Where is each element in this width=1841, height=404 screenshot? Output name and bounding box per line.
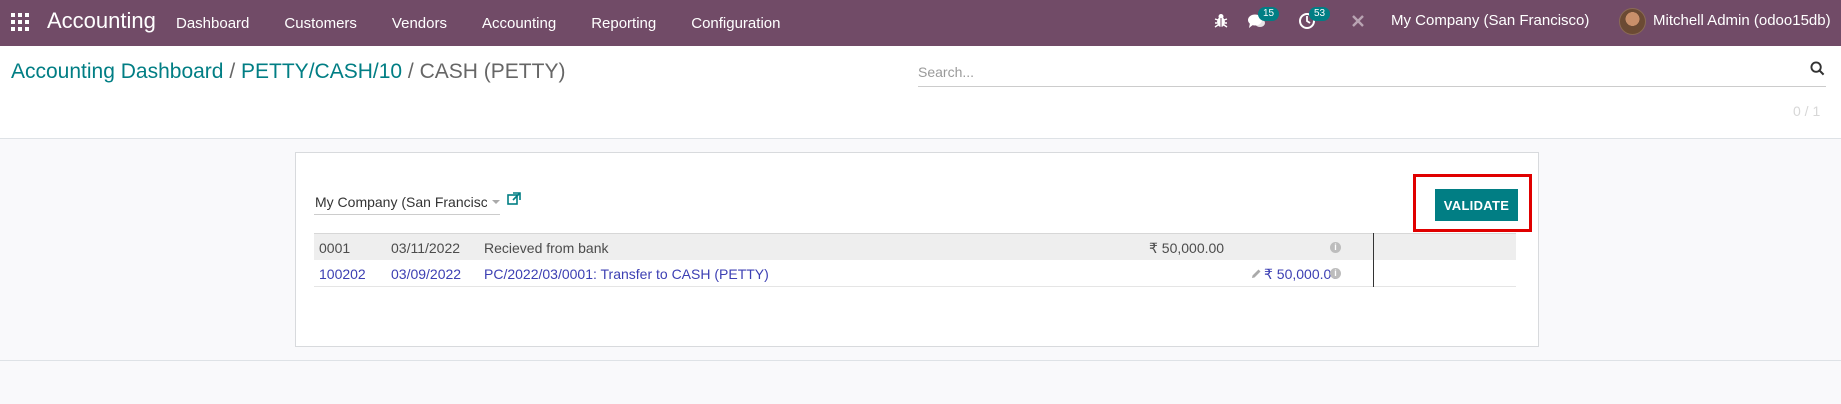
menu-item-vendors[interactable]: Vendors [392,15,447,32]
proposed-date[interactable]: 03/09/2022 [391,266,461,282]
chevron-down-icon [492,200,500,204]
menu-item-configuration[interactable]: Configuration [691,15,780,32]
breadcrumb: Accounting Dashboard / PETTY/CASH/10 / C… [11,60,565,84]
proposed-line-row[interactable]: 100202 03/09/2022 PC/2022/03/0001: Trans… [314,260,1516,287]
activities-count-badge: 53 [1309,7,1331,21]
user-menu[interactable]: Mitchell Admin (odoo15db) [1653,12,1831,29]
pencil-icon[interactable] [1250,267,1262,279]
breadcrumb-separator: / [229,60,236,83]
statement-line-row[interactable]: 0001 03/11/2022 Recieved from bank ₹ 50,… [314,233,1516,260]
info-icon[interactable]: i [1330,268,1341,279]
statement-ref: 0001 [319,240,351,256]
company-select[interactable]: My Company (San Francisc [314,192,500,215]
breadcrumb-current: CASH (PETTY) [419,60,566,83]
bug-icon[interactable] [1212,12,1232,32]
breadcrumb-petty-cash[interactable]: PETTY/CASH/10 [241,60,402,83]
apps-grid-icon[interactable] [11,13,29,31]
reconciliation-widget: My Company (San Francisc VALIDATE 0001 0… [295,152,1539,347]
statement-amount: ₹ 50,000.00 [1149,240,1225,256]
top-navbar: Accounting Dashboard Customers Vendors A… [0,0,1841,46]
company-select-value: My Company (San Francisc [315,194,487,210]
proposed-account[interactable]: 100202 [319,266,366,282]
chat-icon[interactable]: 15 [1247,7,1280,32]
menu-item-accounting[interactable]: Accounting [482,15,556,32]
user-avatar[interactable] [1619,8,1646,35]
search-bar [918,58,1826,87]
pager[interactable]: 0 / 1 [1793,103,1820,119]
messages-count-badge: 15 [1258,7,1280,21]
menu-item-reporting[interactable]: Reporting [591,15,656,32]
breadcrumb-accounting-dashboard[interactable]: Accounting Dashboard [11,60,223,83]
breadcrumb-separator: / [407,60,414,83]
proposed-amount[interactable]: ₹ 50,000.00 [1264,266,1339,283]
external-link-icon[interactable] [507,192,522,207]
statement-label: Recieved from bank [484,240,609,256]
info-icon[interactable]: i [1330,242,1341,253]
search-input[interactable] [918,62,1778,82]
divider [0,360,1841,361]
company-switcher[interactable]: My Company (San Francisco) [1391,12,1589,29]
menu-item-customers[interactable]: Customers [284,15,357,32]
app-title[interactable]: Accounting [47,8,156,34]
statement-date: 03/11/2022 [391,240,461,256]
search-icon[interactable] [1810,61,1826,77]
main-menu: Dashboard Customers Vendors Accounting R… [176,0,815,46]
validate-button[interactable]: VALIDATE [1435,189,1518,221]
menu-item-dashboard[interactable]: Dashboard [176,15,249,32]
control-panel: Accounting Dashboard / PETTY/CASH/10 / C… [0,46,1841,139]
debit-credit-divider [1373,233,1374,287]
clock-icon[interactable]: 53 [1298,7,1331,32]
proposed-label[interactable]: PC/2022/03/0001: Transfer to CASH (PETTY… [484,266,769,282]
tools-icon[interactable] [1349,12,1369,32]
